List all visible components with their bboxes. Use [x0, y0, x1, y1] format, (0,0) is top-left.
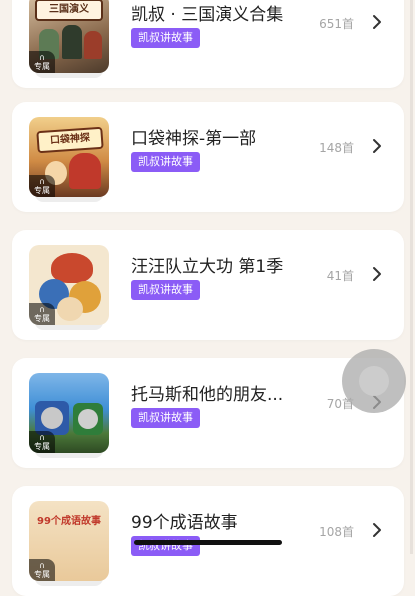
track-count: 651首 [319, 17, 354, 31]
cover-figure [62, 25, 82, 59]
exclusive-badge: ∩ 专属 [29, 303, 55, 325]
album-cover: 99个成语故事 ∩ 专属 [29, 501, 109, 581]
headphones-icon: ∩ [39, 561, 45, 570]
album-title: 托马斯和他的朋友... [131, 385, 284, 405]
headphones-icon: ∩ [39, 305, 45, 314]
cover-title-text: 口袋神探 [36, 126, 104, 154]
album-card[interactable]: ∩ 专属 汪汪队立大功 第1季 凯叔讲故事 41首 [12, 230, 404, 340]
exclusive-badge: ∩ 专属 [29, 431, 55, 453]
album-cover: ∩ 专属 [29, 245, 109, 325]
album-card[interactable]: 口袋神探 ∩ 专属 口袋神探-第一部 凯叔讲故事 148首 [12, 102, 404, 212]
publisher-tag: 凯叔讲故事 [131, 28, 200, 48]
album-title: 汪汪队立大功 第1季 [131, 257, 284, 277]
publisher-tag: 凯叔讲故事 [131, 280, 200, 300]
album-title: 99个成语故事 [131, 513, 238, 533]
chevron-right-icon[interactable] [370, 14, 384, 30]
exclusive-badge: ∩ 专属 [29, 559, 55, 581]
album-cover: 口袋神探 ∩ 专属 [29, 117, 109, 197]
album-title: 口袋神探-第一部 [131, 129, 257, 149]
assistive-touch-inner [359, 366, 389, 396]
scrollbar[interactable] [410, 0, 413, 554]
publisher-tag: 凯叔讲故事 [131, 408, 200, 428]
cover-title-text: 99个成语故事 [37, 516, 101, 527]
exclusive-badge: ∩ 专属 [29, 51, 55, 73]
exclusive-badge: ∩ 专属 [29, 175, 55, 197]
track-count: 41首 [326, 269, 354, 283]
chevron-right-icon[interactable] [370, 266, 384, 282]
album-cover: 三国演义 ∩ 专属 [29, 0, 109, 73]
album-cover: ∩ 专属 [29, 373, 109, 453]
cover-figure [78, 409, 98, 429]
assistive-touch-icon[interactable] [342, 349, 406, 413]
album-card[interactable]: 三国演义 ∩ 专属 凯叔 · 三国演义合集 凯叔讲故事 651首 [12, 0, 404, 88]
chevron-right-icon[interactable] [370, 138, 384, 154]
home-indicator[interactable] [134, 540, 282, 545]
cover-figure [41, 407, 63, 429]
headphones-icon: ∩ [39, 177, 45, 186]
publisher-tag: 凯叔讲故事 [131, 152, 200, 172]
track-count: 108首 [319, 525, 354, 539]
cover-title-text: 三国演义 [35, 0, 103, 21]
chevron-right-icon[interactable] [370, 522, 384, 538]
album-title: 凯叔 · 三国演义合集 [131, 5, 284, 25]
headphones-icon: ∩ [39, 433, 45, 442]
cover-figure [84, 31, 102, 59]
cover-figure [57, 297, 83, 321]
cover-figure [69, 153, 101, 189]
track-count: 148首 [319, 141, 354, 155]
publisher-tag: 凯叔讲故事 [131, 536, 200, 556]
headphones-icon: ∩ [39, 53, 45, 62]
